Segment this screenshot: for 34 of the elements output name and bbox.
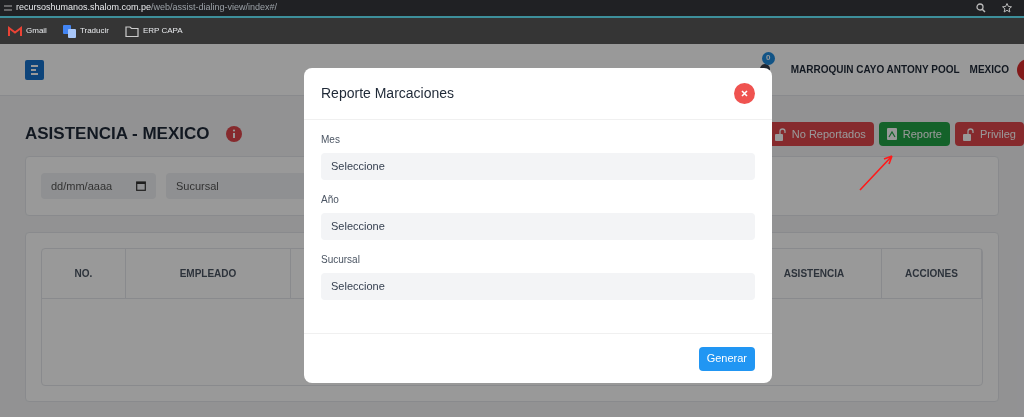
country-label[interactable]: MEXICO: [969, 62, 1009, 77]
folder-icon: [124, 25, 139, 37]
calendar-icon[interactable]: [136, 181, 146, 191]
page-title: ASISTENCIA - MEXICO: [25, 123, 210, 146]
close-icon: [741, 90, 748, 97]
notification-badge: 0: [761, 51, 775, 65]
app-logo-icon[interactable]: [25, 59, 44, 80]
dialog-title: Reporte Marcaciones: [321, 84, 455, 103]
select-field[interactable]: Seleccione: [321, 153, 755, 180]
zoom-icon[interactable]: [976, 3, 986, 13]
document-icon: [886, 128, 897, 140]
select-field[interactable]: Seleccione: [321, 213, 755, 240]
date-field[interactable]: dd/mm/aaaa: [41, 173, 156, 199]
column-header: ASISTENCIA: [783, 267, 845, 281]
star-icon[interactable]: [1002, 3, 1012, 13]
field-label: Sucursal: [321, 253, 361, 267]
field-label: Mes: [321, 133, 341, 147]
bookmark-link[interactable]: ERP CAPA: [142, 25, 183, 37]
mail-icon: [8, 25, 22, 37]
bookmark-link[interactable]: Traducir: [79, 25, 109, 37]
select-field[interactable]: Seleccione: [321, 273, 755, 300]
action-button[interactable]: Privileg: [954, 122, 1024, 146]
info-icon[interactable]: [225, 126, 242, 142]
unlock-icon: [962, 127, 974, 141]
annotation-arrow: [859, 153, 895, 191]
column-header: NO.: [74, 267, 93, 281]
column-header: EMPLEADO: [179, 267, 237, 281]
user-name[interactable]: MARROQUIN CAYO ANTONY POOL: [790, 62, 960, 77]
translate-icon: [62, 24, 76, 38]
address-bar-url[interactable]: recursoshumanos.shalom.com.pe/web/assist-dialing-view/index#/: [16, 1, 278, 15]
column-header: ACCIONES: [905, 267, 958, 281]
close-button[interactable]: [734, 83, 755, 104]
bookmark-link[interactable]: Gmail: [26, 25, 47, 37]
unlock-icon: [774, 127, 786, 141]
